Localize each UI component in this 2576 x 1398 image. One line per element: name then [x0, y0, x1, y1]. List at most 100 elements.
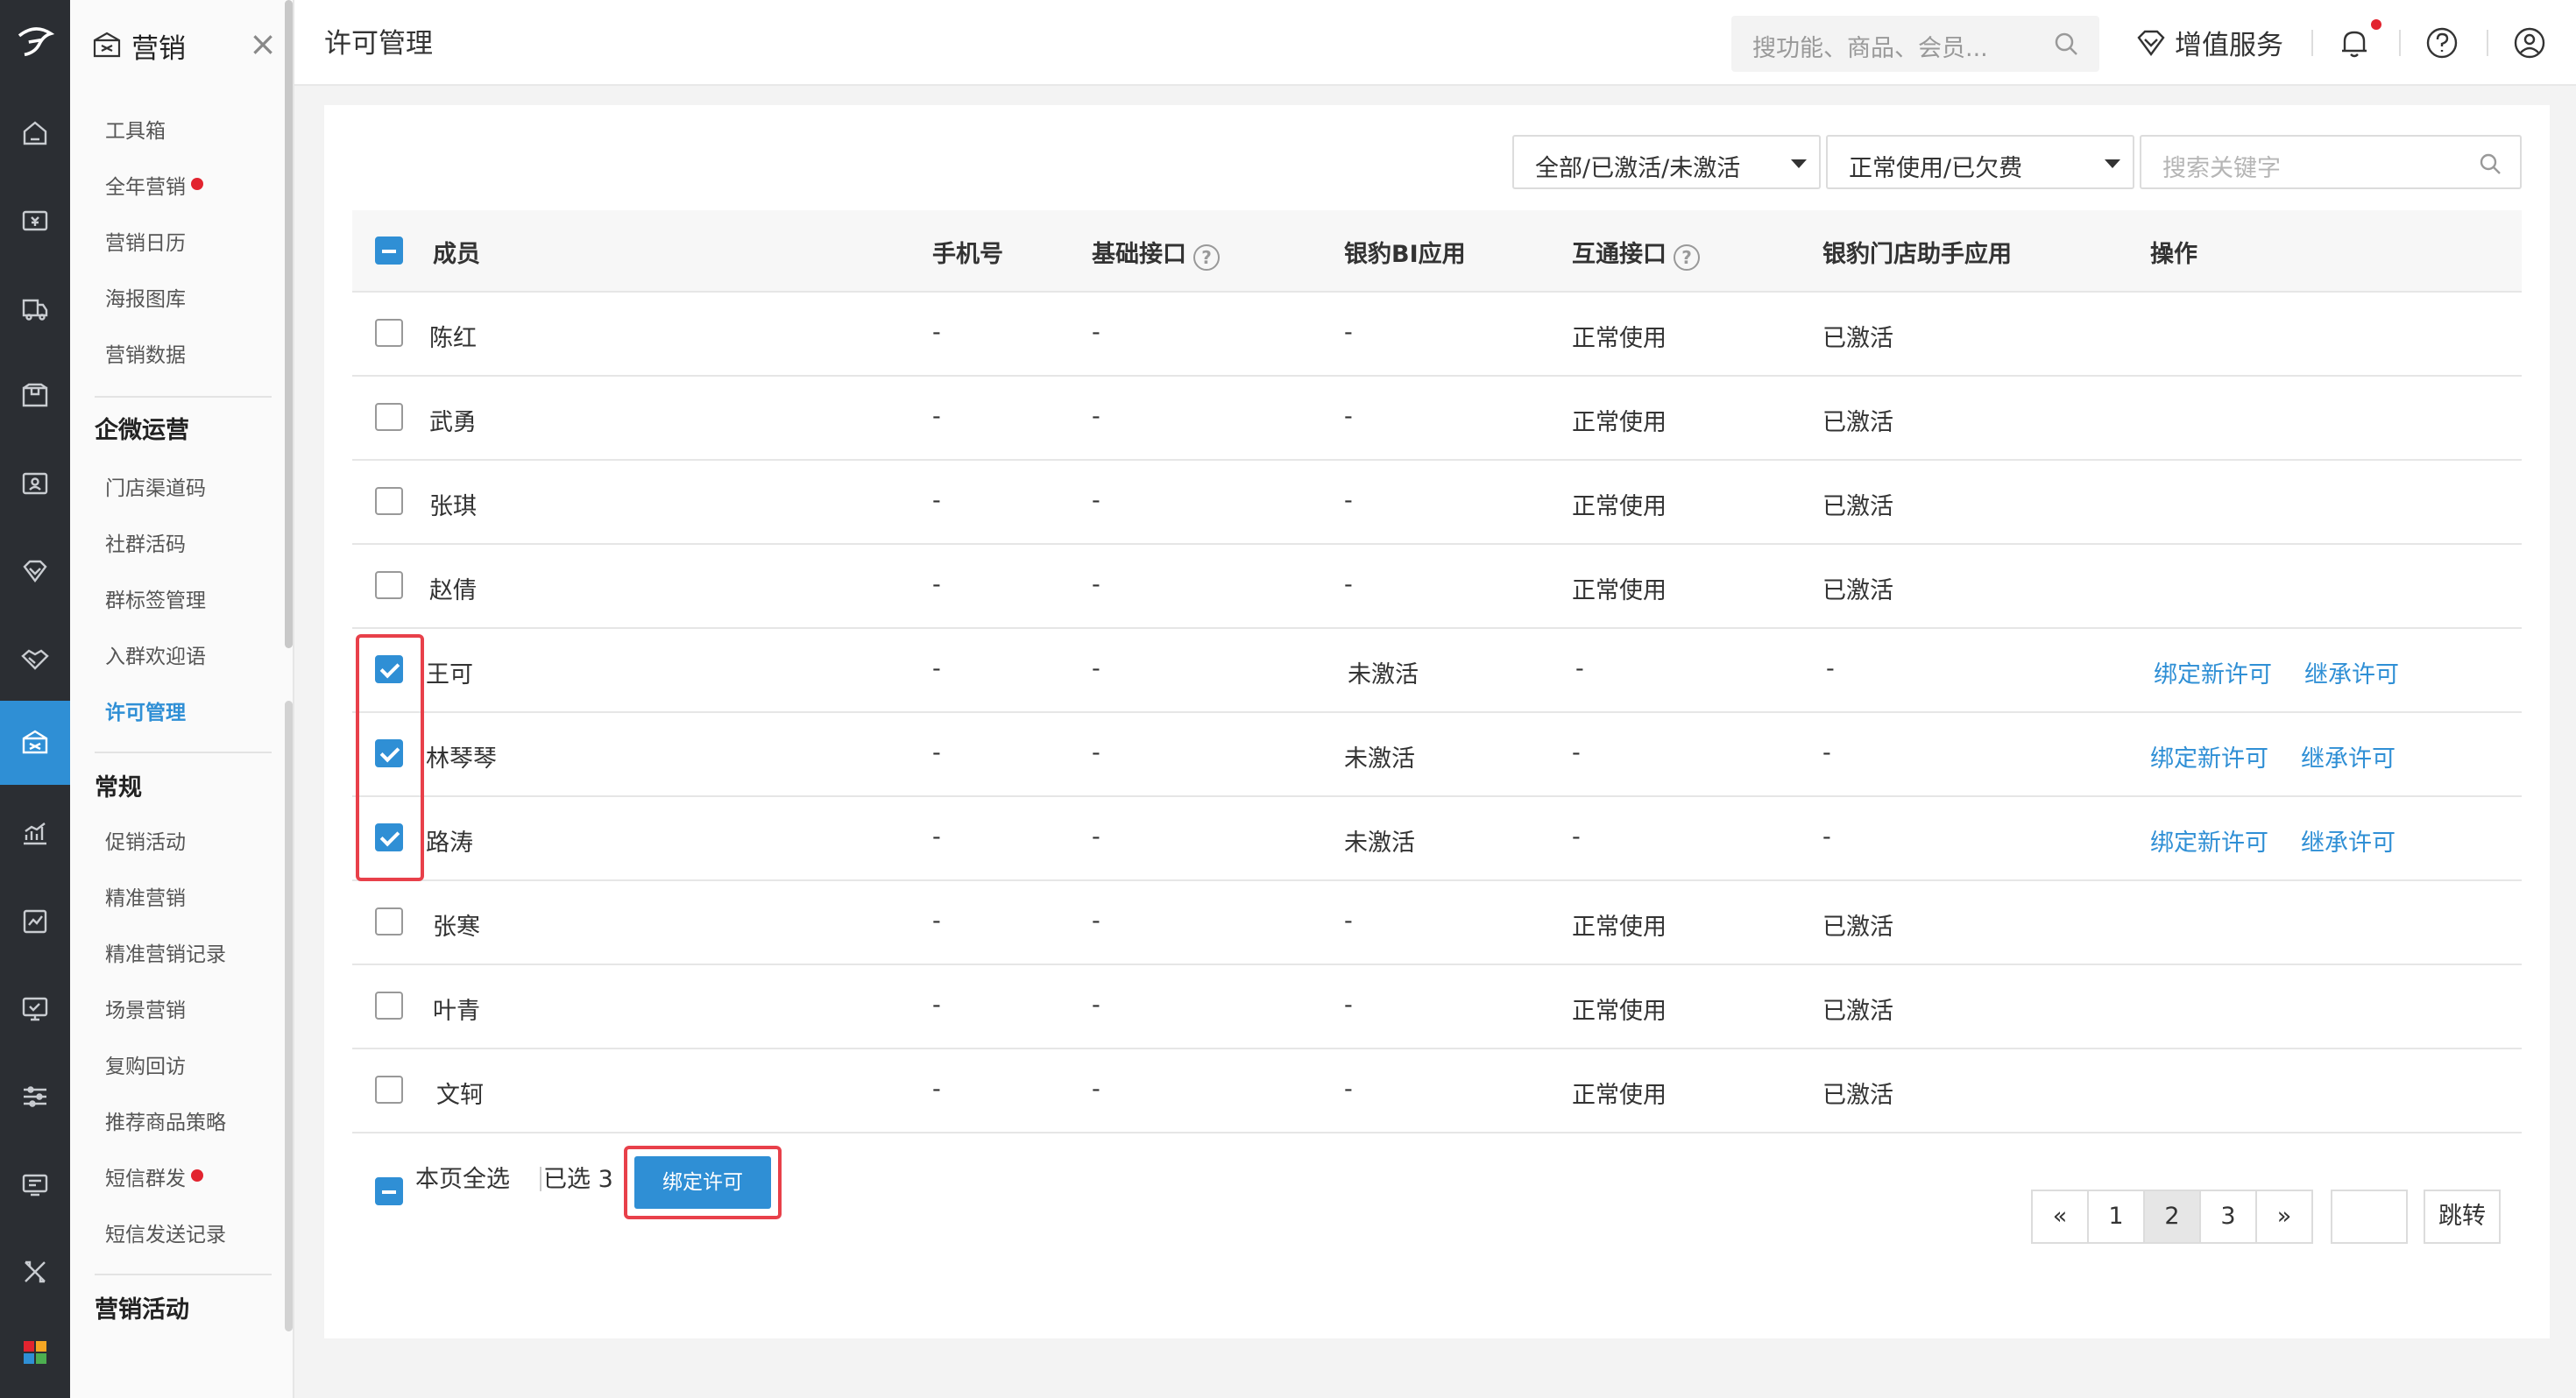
prev-page-button[interactable]: « — [2031, 1190, 2089, 1244]
caret-down-icon — [2105, 159, 2120, 168]
bind-new-license-link[interactable]: 绑定新许可 — [2150, 739, 2268, 773]
cell-bi-app: - — [1344, 907, 1353, 935]
row-checkbox[interactable] — [375, 1076, 403, 1104]
value-added-services-button[interactable]: 增值服务 — [2134, 23, 2283, 62]
select-all-checkbox[interactable] — [375, 237, 403, 265]
analytics-icon[interactable] — [0, 792, 70, 876]
cashier-icon[interactable] — [0, 179, 70, 263]
keyword-search-input[interactable]: 搜索关键字 — [2140, 135, 2522, 189]
cell-interop-api: - — [1572, 739, 1581, 766]
table-row: 叶青 - - - 正常使用 已激活 — [352, 965, 2522, 1049]
submenu-item-group-code[interactable]: 社群活码 — [105, 529, 186, 561]
device-icon[interactable] — [0, 1142, 70, 1226]
page-3-button[interactable]: 3 — [2199, 1190, 2257, 1244]
cell-basic-api: - — [1092, 1076, 1100, 1103]
monitor-icon[interactable] — [0, 967, 70, 1051]
submenu-item-precise-log[interactable]: 精准营销记录 — [105, 939, 226, 971]
inherit-license-link[interactable]: 继承许可 — [2301, 823, 2396, 858]
scrollbar-track[interactable] — [285, 701, 293, 1331]
diamond-icon — [2137, 30, 2165, 56]
submenu-item-group-tags[interactable]: 群标签管理 — [105, 585, 206, 617]
bell-icon[interactable] — [2336, 25, 2373, 61]
top-bar: 许可管理 搜功能、商品、会员... 增值服务 — [294, 0, 2576, 86]
row-checkbox[interactable] — [375, 992, 403, 1020]
table-row: 张寒 - - - 正常使用 已激活 — [352, 881, 2522, 965]
row-checkbox[interactable] — [375, 571, 403, 599]
submenu-item-promo[interactable]: 促销活动 — [105, 827, 186, 858]
member-card-icon[interactable] — [0, 441, 70, 526]
table-row: 武勇 - - - 正常使用 已激活 — [352, 377, 2522, 461]
help-icon[interactable]: ? — [1674, 244, 1700, 271]
row-checkbox[interactable] — [375, 907, 403, 936]
cell-interop-api: 正常使用 — [1572, 577, 1667, 604]
header-bi-app: 银豹BI应用 — [1344, 241, 1466, 268]
row-checkbox[interactable] — [375, 403, 403, 431]
bind-license-button[interactable]: 绑定许可 — [634, 1156, 771, 1209]
select-page-checkbox[interactable] — [375, 1177, 403, 1205]
handshake-icon[interactable] — [0, 617, 70, 701]
home-icon[interactable] — [0, 91, 70, 175]
row-checkbox[interactable] — [375, 487, 403, 515]
caret-down-icon — [1791, 159, 1807, 168]
cell-store-assistant: 已激活 — [1822, 998, 1893, 1025]
global-search-input[interactable]: 搜功能、商品、会员... — [1731, 16, 2099, 72]
next-page-button[interactable]: » — [2255, 1190, 2313, 1244]
submenu-item-data[interactable]: 营销数据 — [105, 340, 186, 371]
search-icon[interactable] — [2052, 30, 2080, 58]
marketing-icon[interactable] — [0, 701, 70, 785]
inventory-icon[interactable] — [0, 354, 70, 438]
search-icon[interactable] — [2478, 152, 2502, 176]
cell-member: 路涛 — [426, 830, 473, 857]
help-icon[interactable]: ? — [1193, 244, 1220, 271]
report-icon[interactable] — [0, 879, 70, 964]
select-page-label[interactable]: 本页全选 — [415, 1160, 510, 1194]
submenu-item-precise[interactable]: 精准营销 — [105, 883, 186, 914]
close-icon[interactable]: × — [245, 26, 280, 61]
submenu-item-revisit[interactable]: 复购回访 — [105, 1051, 186, 1083]
usage-filter-select[interactable]: 正常使用/已欠费 — [1826, 135, 2134, 189]
settings-sliders-icon[interactable] — [0, 1055, 70, 1139]
submenu-item-recommend[interactable]: 推荐商品策略 — [105, 1107, 226, 1139]
submenu-item-sms-log[interactable]: 短信发送记录 — [105, 1219, 226, 1251]
scrollbar-thumb[interactable] — [285, 0, 293, 648]
cell-phone: - — [932, 739, 941, 766]
header-store-assistant: 银豹门店助手应用 — [1822, 241, 2012, 268]
jump-button[interactable]: 跳转 — [2424, 1190, 2501, 1244]
submenu-group-regular: 常规 — [95, 774, 142, 801]
apps-icon[interactable] — [0, 1310, 70, 1394]
activation-filter-select[interactable]: 全部/已激活/未激活 — [1512, 135, 1821, 189]
inherit-license-link[interactable]: 继承许可 — [2304, 655, 2399, 689]
cell-phone: - — [932, 992, 941, 1019]
submenu-item-posters[interactable]: 海报图库 — [105, 284, 186, 315]
submenu-item-store-code[interactable]: 门店渠道码 — [105, 473, 206, 505]
user-icon[interactable] — [2511, 25, 2548, 61]
cell-store-assistant: 已激活 — [1822, 325, 1893, 352]
cell-basic-api: - — [1092, 403, 1100, 430]
cell-basic-api: - — [1092, 655, 1100, 682]
diamond-icon[interactable] — [0, 529, 70, 613]
table-row: 文轲 - - - 正常使用 已激活 — [352, 1049, 2522, 1133]
page-2-button[interactable]: 2 — [2143, 1190, 2201, 1244]
cell-interop-api: 正常使用 — [1572, 409, 1667, 436]
cell-member: 张寒 — [433, 914, 480, 941]
tools-icon[interactable] — [0, 1230, 70, 1314]
submenu-item-annual[interactable]: 全年营销 — [105, 172, 203, 203]
row-checkbox[interactable] — [375, 319, 403, 347]
cell-member: 叶青 — [433, 998, 480, 1025]
cell-bi-app: - — [1344, 1076, 1353, 1103]
cell-store-assistant: 已激活 — [1822, 409, 1893, 436]
page-1-button[interactable]: 1 — [2087, 1190, 2145, 1244]
submenu-item-scene[interactable]: 场景营销 — [105, 995, 186, 1027]
inherit-license-link[interactable]: 继承许可 — [2301, 739, 2396, 773]
help-icon[interactable] — [2424, 25, 2460, 61]
bind-new-license-link[interactable]: 绑定新许可 — [2150, 823, 2268, 858]
bind-new-license-link[interactable]: 绑定新许可 — [2154, 655, 2272, 689]
header-basic-api: 基础接口? — [1092, 235, 1220, 271]
submenu-item-toolbox[interactable]: 工具箱 — [105, 116, 166, 147]
submenu-item-welcome[interactable]: 入群欢迎语 — [105, 641, 206, 673]
submenu-item-calendar[interactable]: 营销日历 — [105, 228, 186, 259]
submenu-item-sms[interactable]: 短信群发 — [105, 1163, 203, 1195]
submenu-item-license[interactable]: 许可管理 — [105, 697, 186, 729]
delivery-icon[interactable] — [0, 266, 70, 350]
jump-page-input[interactable] — [2331, 1190, 2408, 1244]
